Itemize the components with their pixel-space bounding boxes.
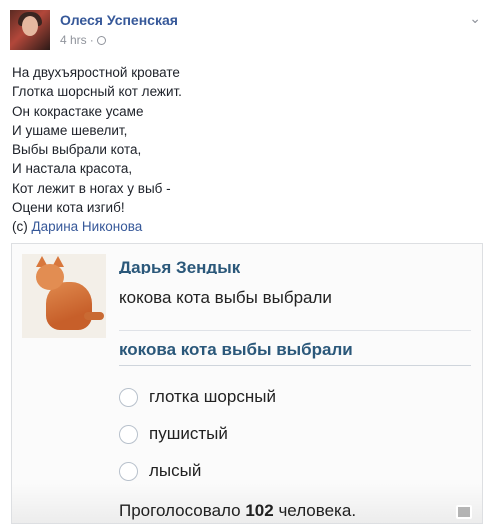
votes-suffix: человека. xyxy=(273,501,357,520)
credit-link[interactable]: Дарина Никонова xyxy=(32,219,143,234)
radio-icon xyxy=(119,387,138,407)
divider xyxy=(119,365,471,366)
post-timestamp[interactable]: 4 hrs xyxy=(60,33,87,47)
poll-question-text: кокова кота выбы выбрали xyxy=(119,288,332,307)
divider xyxy=(119,330,471,331)
votes-number: 102 xyxy=(245,501,274,520)
credit-prefix: (с) xyxy=(12,219,32,235)
post-credit: (с) Дарина Никонова xyxy=(12,217,472,236)
meta-separator: · xyxy=(89,33,94,47)
post-text-line: Он кокрастаке усаме xyxy=(12,103,144,119)
poll-option-label: лысый xyxy=(149,461,202,480)
poll-option: лысый xyxy=(119,458,201,484)
votes-prefix: Проголосовало xyxy=(119,501,246,520)
cat-tail xyxy=(84,312,104,320)
author-name[interactable]: Олеся Успенская xyxy=(60,12,178,28)
post-text-line: Глотка шорсный кот лежит. xyxy=(12,84,182,100)
poll-option: пушистый xyxy=(119,421,228,447)
poll-option-label: пушистый xyxy=(149,424,228,443)
post-text-line: На двухъяростной кровате xyxy=(12,65,180,80)
post-text-line: Оцени кота изгиб! xyxy=(12,200,125,216)
cat-head xyxy=(36,264,64,290)
attached-screenshot[interactable]: Дарья Зендык кокова кота выбы выбрали ко… xyxy=(11,243,483,524)
author-avatar[interactable] xyxy=(10,10,50,50)
avatar-face xyxy=(22,16,38,36)
poll-option-label: глотка шорсный xyxy=(149,387,276,406)
post-meta: 4 hrs · xyxy=(60,33,106,47)
cat-photo xyxy=(22,254,106,338)
radio-icon xyxy=(119,424,138,444)
globe-icon[interactable] xyxy=(96,36,106,45)
expand-icon[interactable] xyxy=(456,505,472,519)
facebook-post: Олеся Успенская 4 hrs · ⌄ На двухъяростно… xyxy=(0,0,493,524)
poll-vote-count: Проголосовало 102 человека. xyxy=(119,501,356,521)
post-text: На двухъяростной кровате Глотка шорсный … xyxy=(12,63,472,237)
post-text-line: Кот лежит в ногах у выб - xyxy=(12,180,171,196)
post-text-line: И ушаме шевелит, xyxy=(12,122,128,138)
poll-author: Дарья Зендык xyxy=(119,258,241,274)
poll-title: кокова кота выбы выбрали xyxy=(119,340,353,359)
radio-icon xyxy=(119,461,138,481)
chevron-down-icon[interactable]: ⌄ xyxy=(469,10,481,27)
poll-option: глотка шорсный xyxy=(119,384,276,410)
post-text-line: И настала красота, xyxy=(12,161,133,177)
post-text-line: Выбы выбрали кота, xyxy=(12,142,142,158)
